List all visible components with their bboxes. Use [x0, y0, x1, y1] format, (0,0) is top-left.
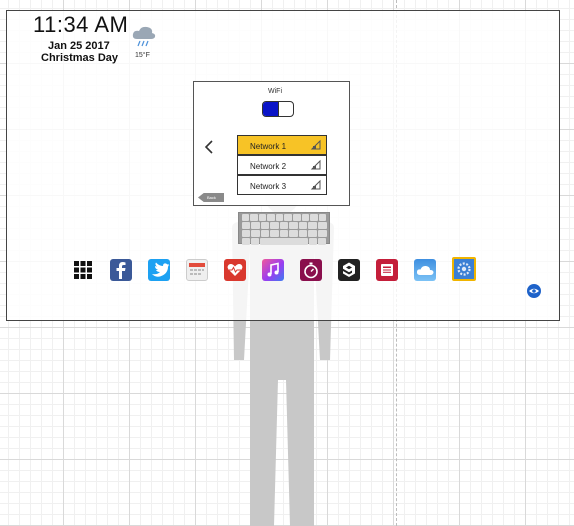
clock-time: 11:34 AM [33, 12, 129, 37]
signal-icon [310, 139, 321, 150]
calendar-icon[interactable] [186, 259, 208, 281]
apps-grid-icon[interactable] [72, 259, 94, 281]
rain-cloud-icon [132, 26, 156, 47]
network-item[interactable]: Network 1 [237, 135, 327, 155]
twitter-icon[interactable] [148, 259, 170, 281]
signal-icon [310, 179, 321, 190]
network-name: Network 2 [250, 162, 287, 171]
on-screen-keyboard[interactable] [238, 212, 330, 245]
temperature-text: 15°F [135, 52, 150, 59]
network-name: Network 1 [250, 142, 287, 151]
toggle-knob [263, 102, 279, 116]
facebook-icon[interactable] [110, 259, 132, 281]
nine-gag-icon[interactable] [338, 259, 360, 281]
eye-icon[interactable] [527, 284, 541, 298]
music-icon[interactable] [262, 259, 284, 281]
wifi-toggle[interactable] [262, 101, 294, 117]
date-text: Jan 25 2017 [48, 40, 110, 52]
signal-icon [310, 159, 321, 170]
app-dock [0, 257, 574, 285]
chevron-left-icon[interactable] [202, 139, 216, 155]
settings-icon[interactable] [452, 257, 476, 281]
weather-app-icon[interactable] [414, 259, 436, 281]
timer-icon[interactable] [300, 259, 322, 281]
network-name: Network 3 [250, 182, 287, 191]
health-icon[interactable] [224, 259, 246, 281]
news-icon[interactable] [376, 259, 398, 281]
network-item[interactable]: Network 2 [237, 155, 327, 175]
back-button-label: Back [207, 195, 216, 200]
wifi-label: WiFi [268, 88, 282, 95]
holiday-text: Christmas Day [41, 52, 119, 64]
network-item[interactable]: Network 3 [237, 175, 327, 195]
